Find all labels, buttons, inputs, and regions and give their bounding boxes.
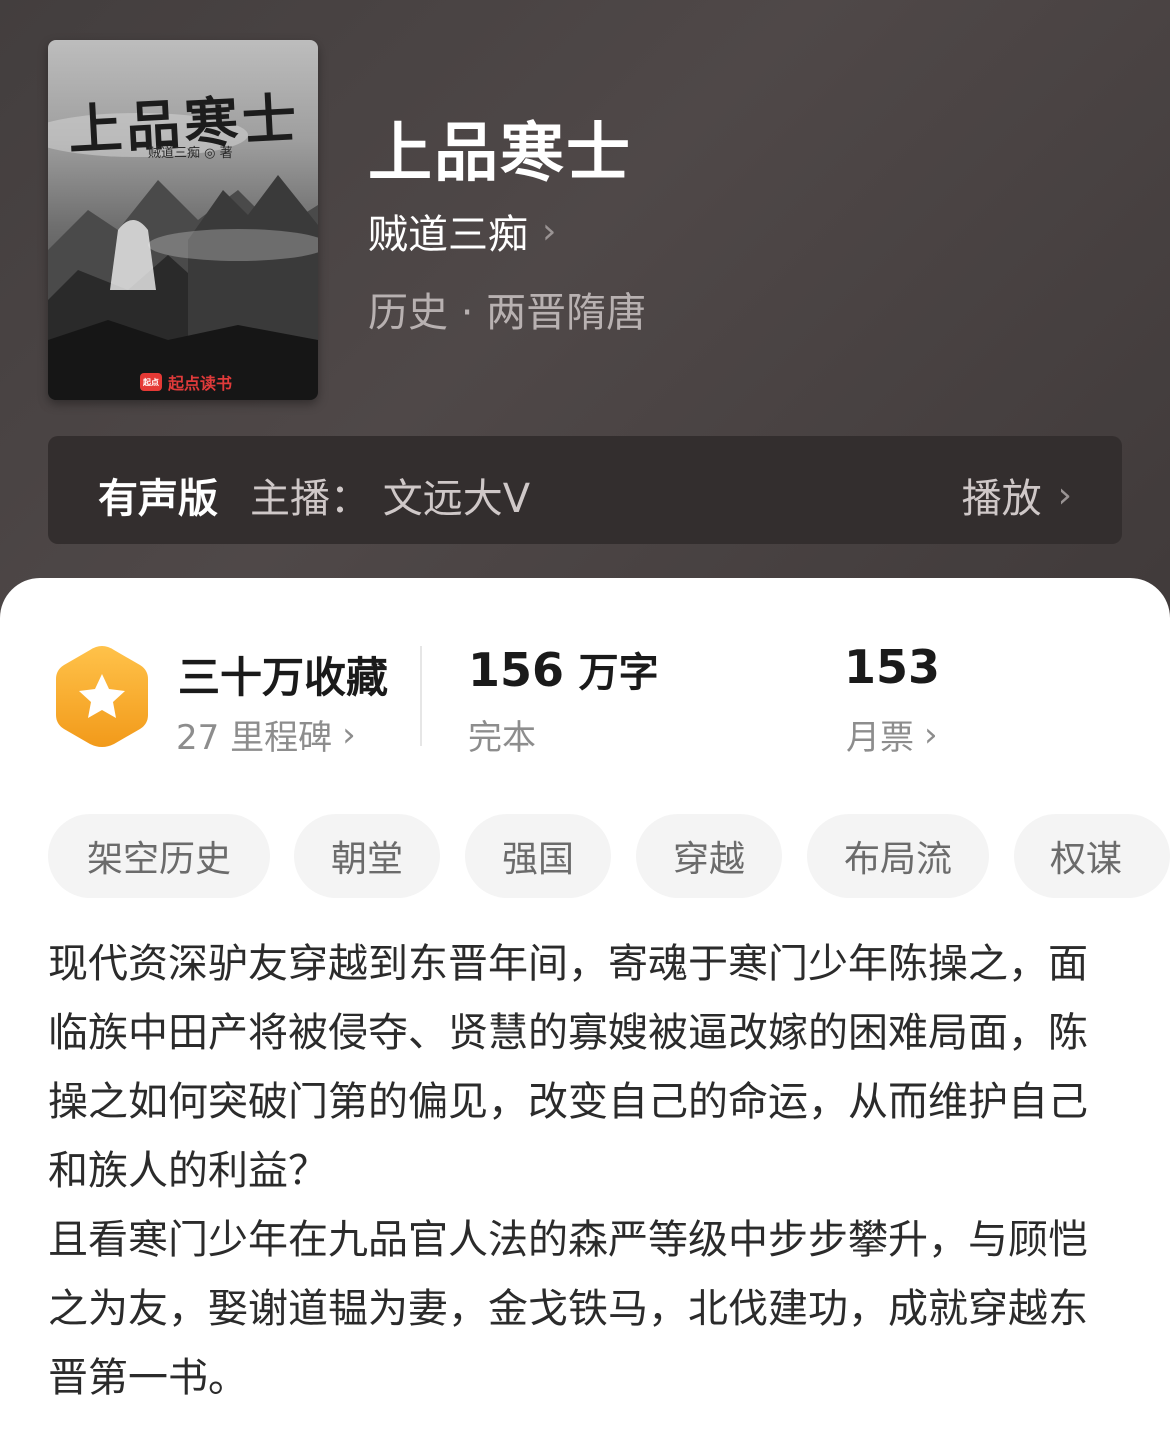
audiobook-bar[interactable]: 有声版 主播： 文远大V 播放 ›	[48, 436, 1122, 544]
monthly-tickets-link[interactable]: 月票 ›	[846, 710, 938, 759]
monthly-tickets-label: 月票	[846, 718, 914, 758]
stats-divider	[420, 646, 422, 746]
book-description: 现代资深驴友穿越到东晋年间，寄魂于寒门少年陈操之，面临族中田产将被侵夺、贤慧的寡…	[48, 930, 1120, 1413]
tag-chip[interactable]: 架空历史	[48, 814, 270, 898]
audiobook-anchor: 主播： 文远大V	[250, 476, 531, 522]
chevron-right-icon: ›	[1057, 474, 1072, 516]
audiobook-label: 有声版	[98, 476, 218, 522]
author-name: 贼道三痴	[368, 212, 528, 258]
tag-chip[interactable]: 布局流	[807, 814, 989, 898]
chevron-right-icon: ›	[342, 714, 356, 755]
play-label: 播放	[961, 476, 1042, 522]
book-category: 历史 · 两晋隋唐	[368, 290, 647, 336]
chevron-right-icon: ›	[542, 210, 557, 252]
tag-chip[interactable]: 权谋	[1014, 814, 1170, 898]
completion-status: 完本	[468, 718, 536, 758]
monthly-tickets-number: 153	[844, 640, 941, 694]
tag-chip[interactable]: 穿越	[636, 814, 782, 898]
publisher-name: 起点读书	[168, 374, 233, 393]
book-cover[interactable]: 上品寒士 贼道三痴 ◎ 著 起点 起点读书	[48, 40, 318, 400]
book-title: 上品寒士	[368, 117, 632, 191]
description-paragraph: 现代资深驴友穿越到东晋年间，寄魂于寒门少年陈操之，面临族中田产将被侵夺、贤慧的寡…	[48, 941, 1088, 1194]
favorites-count: 三十万收藏	[178, 653, 389, 702]
tag-chip[interactable]: 朝堂	[294, 814, 440, 898]
play-button[interactable]: 播放 ›	[962, 466, 1072, 524]
word-count: 156 万字	[468, 640, 659, 698]
cover-author: 贼道三痴 ◎ 著	[148, 146, 233, 161]
word-count-number: 156	[468, 643, 565, 697]
book-detail-sheet: 三十万收藏 27 里程碑 › 156 万字 完本 153 月票 › 架空历史 朝…	[0, 578, 1170, 1430]
description-paragraph: 且看寒门少年在九品官人法的森严等级中步步攀升，与顾恺之为友，娶谢道韫为妻，金戈铁…	[48, 1217, 1088, 1401]
milestones-label: 27 里程碑	[176, 718, 333, 758]
chevron-right-icon: ›	[924, 714, 938, 755]
tag-list: 架空历史 朝堂 强国 穿越 布局流 权谋	[48, 814, 1170, 898]
milestones-link[interactable]: 27 里程碑 ›	[176, 710, 356, 759]
word-count-unit: 万字	[578, 650, 659, 696]
author-link[interactable]: 贼道三痴 ›	[368, 202, 556, 260]
book-header: 上品寒士 贼道三痴 ◎ 著 起点 起点读书 上品寒士 贼道三痴 › 历史 · 两…	[0, 0, 1170, 640]
publisher-logo-icon: 起点	[140, 373, 162, 391]
star-badge-icon	[56, 646, 148, 747]
cover-publisher: 起点 起点读书	[140, 370, 232, 394]
monthly-tickets-count: 153	[844, 640, 940, 694]
tag-chip[interactable]: 强国	[465, 814, 611, 898]
